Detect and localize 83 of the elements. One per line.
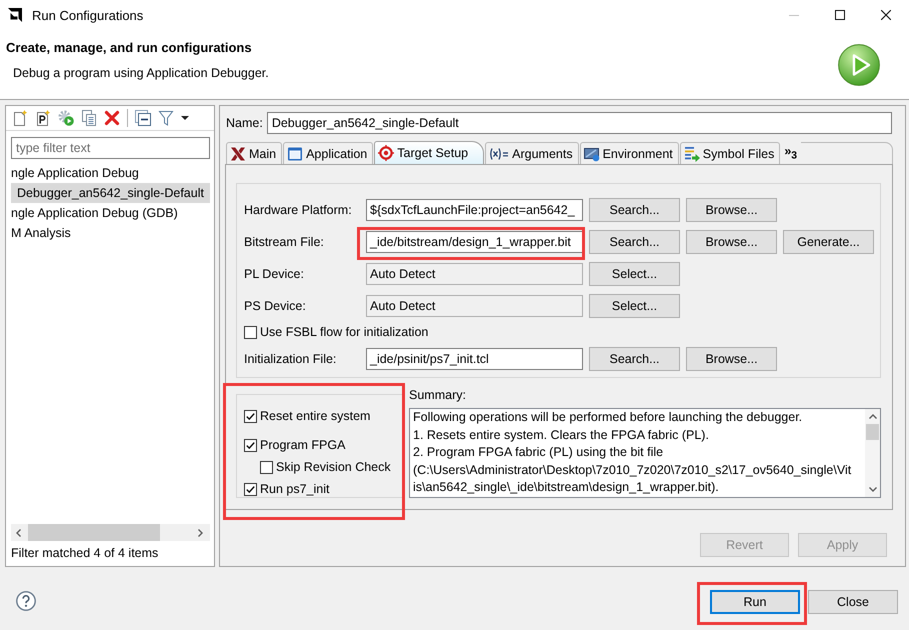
scroll-up-icon[interactable] xyxy=(868,414,876,419)
scrollbar-thumb[interactable] xyxy=(28,524,160,541)
browse-button[interactable]: Browse... xyxy=(686,230,777,254)
play-icon xyxy=(838,44,880,86)
copy-icon[interactable] xyxy=(81,110,97,126)
tree-item[interactable]: M Analysis xyxy=(11,223,210,243)
checkbox-label: Reset entire system xyxy=(260,409,370,423)
tree-item[interactable]: Debugger_an5642_single-Default xyxy=(11,183,210,203)
list-arrow-icon xyxy=(684,146,700,162)
checkbox[interactable] xyxy=(244,482,257,496)
summary-line: is\an5642_single\_ide\bitstream\design_1_wrapper.bit). xyxy=(413,479,720,496)
tree-item[interactable]: ngle Application Debug (GDB) xyxy=(11,203,210,223)
field-label: PS Device: xyxy=(244,299,307,313)
summary-line: 1. Resets entire system. Clears the FPGA fabric (PL). xyxy=(413,426,710,444)
summary-field[interactable] xyxy=(409,408,881,498)
horizontal-scrollbar[interactable] xyxy=(11,524,210,541)
text-field[interactable]: ${sdxTcfLaunchFile:project=an5642_ xyxy=(366,199,583,221)
text-field[interactable]: Auto Detect xyxy=(366,263,583,285)
variable-icon xyxy=(489,148,510,160)
tab[interactable]: Arguments xyxy=(485,142,579,164)
summary-line: (C:\Users\Administrator\Desktop\7z010_7z020\7z010_s2\17_ov5640_single\Vit xyxy=(413,462,852,479)
filter-status: Filter matched 4 of 4 items xyxy=(10,545,160,562)
select-button[interactable]: Select... xyxy=(589,262,680,286)
scrollbar-thumb[interactable] xyxy=(866,424,879,440)
tree-item[interactable]: ngle Application Debug xyxy=(11,163,210,183)
window-title: Run Configurations xyxy=(32,8,144,22)
checkbox[interactable] xyxy=(244,326,257,338)
tab[interactable]: Main xyxy=(226,142,282,164)
checkbox-label: Skip Revision Check xyxy=(276,460,391,474)
text-field[interactable]: _ide/psinit/ps7_init.tcl xyxy=(366,348,583,370)
checkbox[interactable] xyxy=(244,438,257,452)
help-icon[interactable] xyxy=(16,591,36,611)
summary-line: 2. Program FPGA fabric (PL) using the bit file xyxy=(413,444,664,461)
checkbox-label: Use FSBL flow for initialization xyxy=(260,325,428,339)
text-field[interactable]: Auto Detect xyxy=(366,295,583,317)
browse-button[interactable]: Browse... xyxy=(686,347,777,371)
vertical-scrollbar[interactable] xyxy=(865,409,880,497)
dialog-description: Debug a program using Application Debugger. xyxy=(12,65,269,81)
field-label: Initialization File: xyxy=(244,352,338,366)
target-icon xyxy=(378,145,394,161)
search-button[interactable]: Search... xyxy=(589,347,680,371)
maximize-icon[interactable] xyxy=(835,10,845,20)
generate-button[interactable]: Generate... xyxy=(783,230,874,254)
close-icon[interactable] xyxy=(881,10,891,20)
checkbox[interactable] xyxy=(260,460,273,474)
close-button[interactable]: Close xyxy=(808,590,898,614)
name-label: Name: xyxy=(226,116,263,130)
caret-icon[interactable] xyxy=(181,116,189,120)
scroll-down-icon[interactable] xyxy=(868,487,876,492)
text-field[interactable]: _ide/bitstream/design_1_wrapper.bit xyxy=(366,231,583,253)
field-label: PL Device: xyxy=(244,267,305,281)
new-page-icon[interactable] xyxy=(12,110,28,126)
gear-play-icon[interactable] xyxy=(58,110,74,126)
x-shape-icon xyxy=(230,146,246,162)
run-button[interactable]: Run xyxy=(710,590,800,614)
summary-line: Following operations will be performed before launching the debugger. xyxy=(413,409,804,426)
field-label: Hardware Platform: xyxy=(244,203,353,217)
collapse-icon[interactable] xyxy=(135,110,151,126)
search-button[interactable]: Search... xyxy=(589,230,680,254)
tab[interactable]: Environment xyxy=(580,142,679,164)
filter-icon[interactable] xyxy=(158,110,174,126)
browse-button[interactable]: Browse... xyxy=(686,198,777,222)
logo-icon xyxy=(8,8,22,22)
scroll-right-icon[interactable] xyxy=(198,528,203,536)
dialog-heading: Create, manage, and run configurations xyxy=(6,40,253,56)
filter-field[interactable]: type filter text xyxy=(11,137,210,159)
window-icon xyxy=(287,146,304,162)
field-label: Bitstream File: xyxy=(244,235,325,249)
delete-icon[interactable] xyxy=(104,110,120,126)
tab[interactable]: Symbol Files xyxy=(680,142,780,164)
more-tabs-button[interactable]: »$_{3}$ xyxy=(780,142,802,164)
name-field[interactable]: Debugger_an5642_single-Default xyxy=(266,112,892,134)
tab[interactable]: Application xyxy=(283,142,374,164)
tab[interactable]: Target Setup xyxy=(374,141,484,164)
summary-label: Summary: xyxy=(409,387,467,403)
scroll-left-icon[interactable] xyxy=(16,528,21,536)
search-button[interactable]: Search... xyxy=(589,198,680,222)
checkbox-label: Program FPGA xyxy=(260,438,346,452)
p-page-icon[interactable] xyxy=(35,110,51,126)
select-button[interactable]: Select... xyxy=(589,294,680,318)
monitor-icon xyxy=(584,146,600,162)
checkbox[interactable] xyxy=(244,410,257,422)
checkbox-label: Run ps7_init xyxy=(260,482,330,496)
